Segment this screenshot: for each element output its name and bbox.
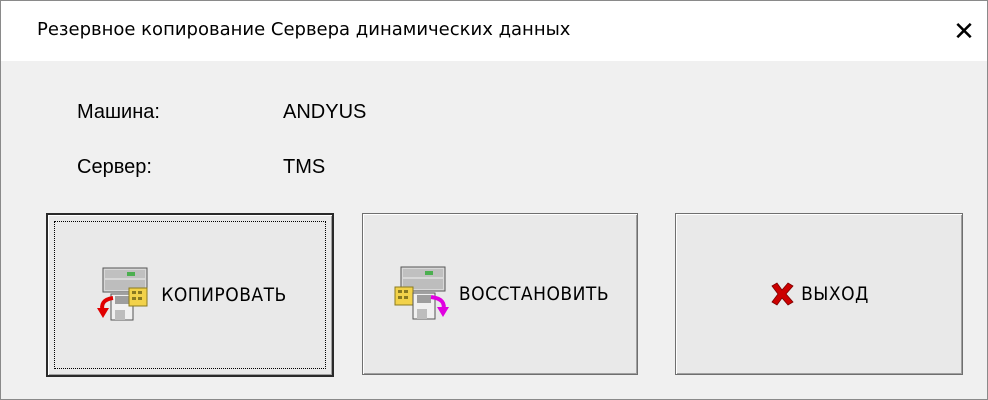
exit-button-label: ВЫХОД bbox=[801, 283, 869, 305]
server-backup-icon bbox=[97, 267, 148, 321]
exit-button[interactable]: ВЫХОД bbox=[675, 213, 963, 375]
server-value: TMS bbox=[283, 156, 326, 178]
title-bar: Резервное копирование Сервера динамическ… bbox=[1, 1, 987, 61]
machine-label: Машина: bbox=[77, 101, 160, 123]
backup-dialog: Резервное копирование Сервера динамическ… bbox=[0, 0, 988, 400]
machine-value: ANDYUS bbox=[283, 101, 367, 123]
copy-button[interactable]: КОПИРОВАТЬ bbox=[46, 213, 334, 377]
restore-button-label: ВОССТАНОВИТЬ bbox=[458, 283, 610, 305]
close-icon: ✕ bbox=[953, 15, 975, 46]
window-title: Резервное копирование Сервера динамическ… bbox=[37, 19, 571, 40]
close-button[interactable]: ✕ bbox=[941, 1, 987, 61]
server-restore-icon bbox=[394, 266, 449, 320]
red-x-icon bbox=[771, 282, 794, 306]
restore-button[interactable]: ВОССТАНОВИТЬ bbox=[362, 213, 638, 375]
server-label: Сервер: bbox=[77, 156, 152, 178]
copy-button-label: КОПИРОВАТЬ bbox=[161, 284, 287, 306]
